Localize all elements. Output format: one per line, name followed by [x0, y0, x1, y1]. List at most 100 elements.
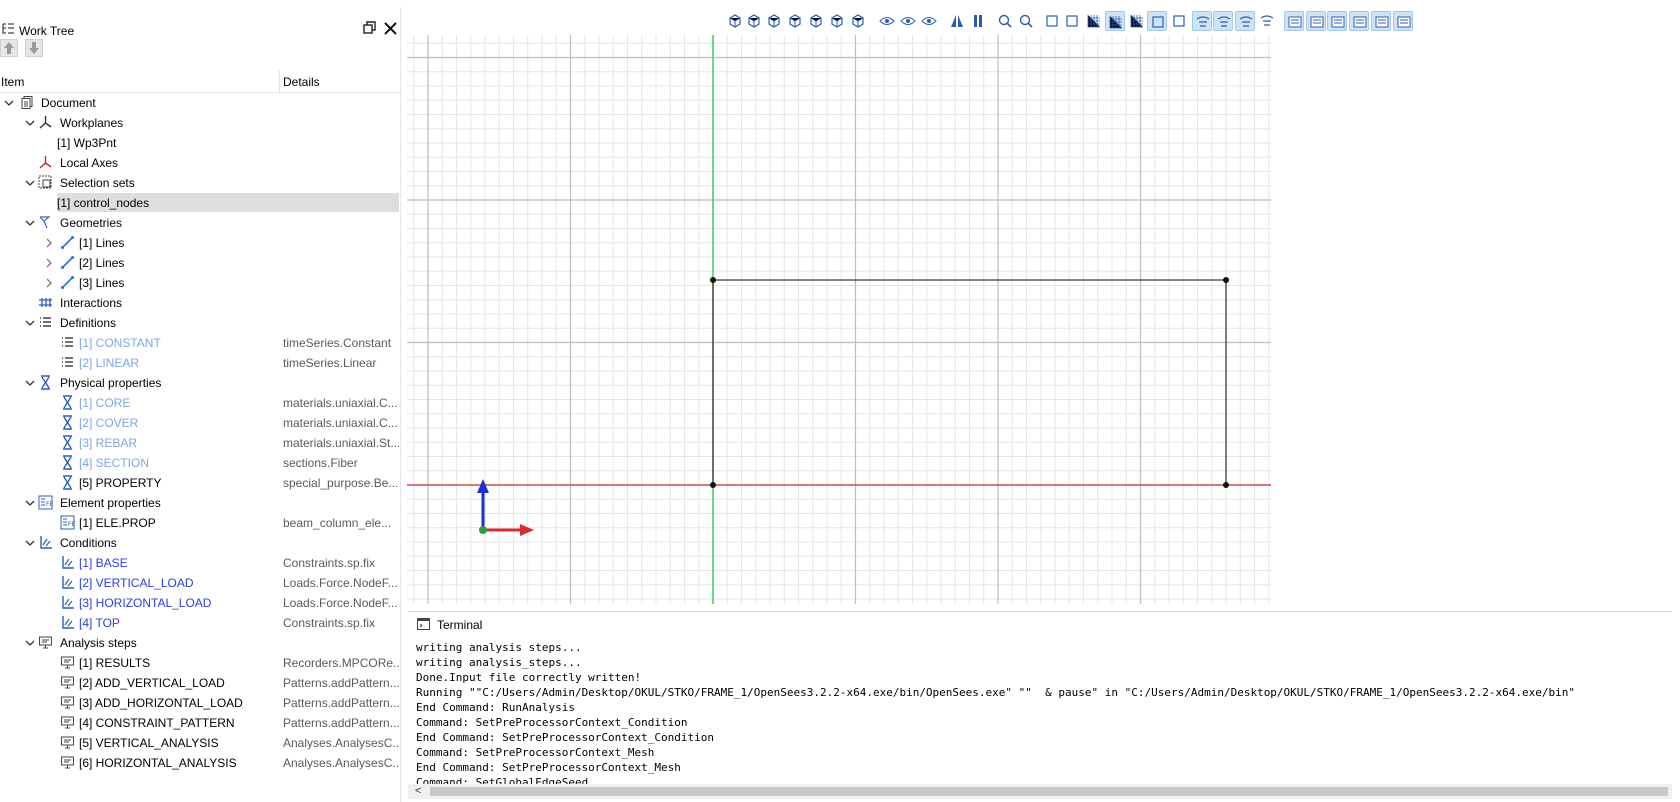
tree-row[interactable]: Definitions: [0, 313, 400, 332]
perspective-button[interactable]: [947, 11, 967, 31]
scrollbar-thumb[interactable]: [430, 787, 1668, 796]
layer-1-button[interactable]: [1284, 11, 1304, 31]
view-top-button[interactable]: [827, 11, 847, 31]
tree-item-label: [1] ELE.PROP: [79, 516, 156, 530]
chevron-down-icon[interactable]: [25, 497, 35, 507]
tree-row[interactable]: [3] REBAR materials.uniaxial.St...: [0, 433, 400, 452]
chevron-down-icon[interactable]: [25, 317, 35, 327]
tree-row[interactable]: [2] LINEAR timeSeries.Linear: [0, 353, 400, 372]
grid-snap-button[interactable]: [1105, 11, 1125, 31]
tree-row[interactable]: Workplanes: [0, 113, 400, 132]
tree-row[interactable]: [5] PROPERTY special_purpose.Be...: [0, 473, 400, 492]
layer-3-button[interactable]: [1327, 11, 1347, 31]
tree-row[interactable]: [2] ADD_VERTICAL_LOAD Patterns.addPattern…: [0, 673, 400, 692]
view-toolbar: [725, 10, 1477, 34]
orthographic-button[interactable]: [968, 11, 988, 31]
tree-row[interactable]: Document: [0, 93, 400, 112]
tree-row[interactable]: Analysis steps: [0, 633, 400, 652]
tree-row[interactable]: Geometries: [0, 213, 400, 232]
chevron-down-icon[interactable]: [25, 217, 35, 227]
monitor-icon: [60, 715, 75, 730]
column-separator[interactable]: [279, 70, 280, 92]
paint-button[interactable]: [1062, 11, 1082, 31]
filter-face-button[interactable]: [1235, 11, 1255, 31]
node-top-right[interactable]: [1223, 277, 1229, 283]
tree-row[interactable]: [1] CONSTANT timeSeries.Constant: [0, 333, 400, 352]
terminal-line: End Command: SetPreProcessorContext_Cond…: [416, 731, 715, 744]
terminal-horizontal-scrollbar[interactable]: <: [408, 784, 1672, 799]
tree-row[interactable]: [2] VERTICAL_LOAD Loads.Force.NodeF...: [0, 573, 400, 592]
filter-vertex-button[interactable]: [1192, 11, 1212, 31]
tree-row[interactable]: [5] VERTICAL_ANALYSIS Analyses.AnalysesC.…: [0, 733, 400, 752]
tree-row[interactable]: [2] COVER materials.uniaxial.C...: [0, 413, 400, 432]
tree-row[interactable]: [6] HORIZONTAL_ANALYSIS Analyses.Analyses…: [0, 753, 400, 772]
view-left-button[interactable]: [785, 11, 805, 31]
viewport-canvas[interactable]: [407, 35, 1271, 604]
select-mode-button[interactable]: [1147, 11, 1167, 31]
chevron-right-icon[interactable]: [44, 257, 54, 268]
tree-row[interactable]: Conditions: [0, 533, 400, 552]
chevron-down-icon[interactable]: [25, 117, 35, 127]
eye-hidden-button[interactable]: [919, 11, 939, 31]
zoom-button[interactable]: [1016, 11, 1036, 31]
axes-button[interactable]: [1127, 11, 1147, 31]
chevron-down-icon[interactable]: [25, 377, 35, 387]
node-bottom-left[interactable]: [710, 482, 716, 488]
tree-row[interactable]: FE [1] ELE.PROP beam_column_ele...: [0, 513, 400, 532]
filter-edge-button[interactable]: [1213, 11, 1233, 31]
node-top-left[interactable]: [710, 277, 716, 283]
tree-row[interactable]: [1] BASE Constraints.sp.fix: [0, 553, 400, 572]
tree-row[interactable]: [1] control_nodes: [0, 193, 400, 212]
tree-row[interactable]: Local Axes: [0, 153, 400, 172]
tree-row[interactable]: [3] ADD_HORIZONTAL_LOAD Patterns.addPatte…: [0, 693, 400, 712]
layer-4-button[interactable]: [1349, 11, 1369, 31]
close-icon[interactable]: [384, 22, 397, 38]
zoom-fit-button[interactable]: [995, 11, 1015, 31]
tree-row[interactable]: [1] RESULTS Recorders.MPCORe...: [0, 653, 400, 672]
restore-icon[interactable]: [363, 21, 377, 38]
tree-row[interactable]: Physical properties: [0, 373, 400, 392]
layer-5-button[interactable]: [1371, 11, 1391, 31]
select-add-button[interactable]: [1169, 11, 1189, 31]
scroll-left-arrow[interactable]: <: [415, 785, 421, 797]
view-right-button[interactable]: [806, 11, 826, 31]
filter-solid-button[interactable]: [1257, 11, 1277, 31]
view-front-button[interactable]: [744, 11, 764, 31]
screenshot-button[interactable]: [1042, 11, 1062, 31]
move-down-button[interactable]: [25, 39, 43, 57]
grid-button[interactable]: [1084, 11, 1104, 31]
chevron-down-icon[interactable]: [25, 177, 35, 187]
tree-row[interactable]: [1] Lines: [0, 233, 400, 252]
tree-row[interactable]: Interactions: [0, 293, 400, 312]
view-bottom-button[interactable]: [848, 11, 868, 31]
chevron-right-icon[interactable]: [44, 237, 54, 248]
tree-row[interactable]: [4] SECTION sections.Fiber: [0, 453, 400, 472]
eye-button[interactable]: [898, 11, 918, 31]
column-item-header[interactable]: Item: [1, 75, 24, 89]
chevron-down-icon[interactable]: [25, 637, 35, 647]
tree-row[interactable]: Selection sets: [0, 173, 400, 192]
show-hide-button[interactable]: [877, 11, 897, 31]
layer-2-button[interactable]: [1306, 11, 1326, 31]
column-details-header[interactable]: Details: [283, 75, 320, 89]
tree-row[interactable]: [3] HORIZONTAL_LOAD Loads.Force.NodeF...: [0, 593, 400, 612]
view-back-button[interactable]: [764, 11, 784, 31]
move-up-button[interactable]: [0, 39, 18, 57]
tree-row[interactable]: [4] CONSTRAINT_PATTERN Patterns.addPatter…: [0, 713, 400, 732]
chevron-down-icon[interactable]: [25, 537, 35, 547]
view-iso-button[interactable]: [725, 11, 745, 31]
tree-row[interactable]: [1] Wp3Pnt: [0, 133, 400, 152]
svg-text:FE: FE: [46, 501, 53, 508]
filter-vertex-icon: [1195, 14, 1211, 33]
tree-row[interactable]: FE Element properties: [0, 493, 400, 512]
tree-row[interactable]: [2] Lines: [0, 253, 400, 272]
chevron-down-icon[interactable]: [4, 97, 14, 107]
chevron-right-icon[interactable]: [44, 277, 54, 288]
tree-row[interactable]: [1] CORE materials.uniaxial.C...: [0, 393, 400, 412]
tree-row[interactable]: [4] TOP Constraints.sp.fix: [0, 613, 400, 632]
tree-row[interactable]: [3] Lines: [0, 273, 400, 292]
terminal-output[interactable]: writing analysis steps... writing analysi…: [416, 640, 1666, 784]
graphics-viewport[interactable]: [407, 35, 1271, 604]
layer-6-button[interactable]: [1393, 11, 1413, 31]
node-bottom-right[interactable]: [1223, 482, 1229, 488]
